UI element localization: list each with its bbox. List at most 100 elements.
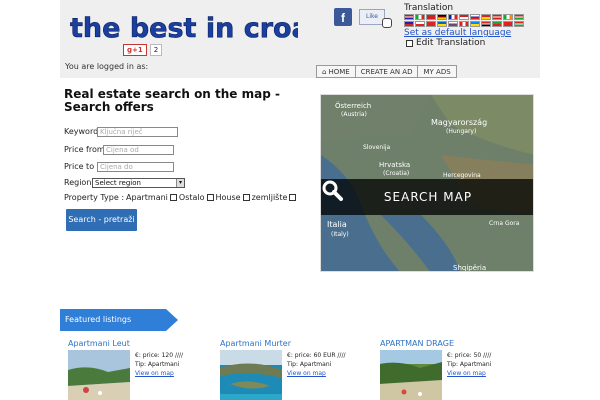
google-plus-button[interactable]: g+1 — [123, 44, 147, 56]
flag-icon[interactable] — [470, 21, 480, 27]
property-type-label: Property Type : — [64, 193, 125, 202]
listing-card: Apartmani Murter €: price: 60 EUR //// T… — [220, 339, 370, 400]
nav-home[interactable]: ⌂ HOME — [316, 65, 356, 78]
type-label-apartmani: Apartmani — [126, 193, 168, 202]
region-select-value: Select region — [95, 179, 141, 187]
map-label-hungary: Magyarország — [431, 118, 487, 127]
language-flags — [404, 14, 544, 27]
flag-icon[interactable] — [415, 21, 425, 27]
translation-panel: Translation Set as default language Edit… — [404, 3, 544, 48]
keyword-input[interactable]: Ključna riječ — [97, 127, 178, 137]
listing-price: €: price: 120 //// — [135, 352, 184, 359]
flag-icon[interactable] — [514, 14, 524, 20]
view-on-map-link[interactable]: View on map — [287, 369, 346, 378]
map-label-herzegovina: Hercegovina — [443, 172, 481, 179]
map-label-croatia-en: (Croatia) — [383, 170, 409, 177]
set-default-language-link[interactable]: Set as default language — [404, 28, 544, 38]
flag-icon[interactable] — [481, 21, 491, 27]
listing-type: Tip: Apartmani — [135, 361, 180, 368]
map-label-austria: Österreich — [335, 101, 371, 110]
view-on-map-link[interactable]: View on map — [447, 369, 491, 378]
listing-price: €: price: 60 EUR //// — [287, 352, 346, 359]
site-logo[interactable]: the best in croatia — [68, 10, 351, 46]
listing-info: €: price: 120 //// Tip: Apartmani View o… — [135, 351, 183, 378]
search-map-button[interactable]: SEARCH MAP — [321, 179, 533, 215]
listing-card: Apartmani Leut €: price: 120 //// Tip: A… — [68, 339, 218, 400]
flag-icon[interactable] — [492, 21, 502, 27]
site-header: the best in croatia g+1 2 f Like Transla… — [60, 0, 540, 78]
flag-icon[interactable] — [481, 14, 491, 20]
edit-translation-label: Edit Translation — [416, 38, 486, 48]
listing-photo[interactable] — [220, 350, 282, 400]
listing-photo[interactable] — [380, 350, 442, 400]
type-checkbox-ostalo[interactable] — [206, 194, 214, 201]
type-checkbox-zemljiste[interactable] — [289, 194, 297, 201]
search-map[interactable]: Österreich (Austria) Magyarország (Hunga… — [320, 94, 534, 272]
flag-icon[interactable] — [415, 14, 425, 20]
listing-title[interactable]: APARTMAN DRAGE — [380, 339, 530, 348]
flag-icon[interactable] — [404, 14, 414, 20]
type-label-ostalo: Ostalo — [178, 193, 205, 202]
flag-icon[interactable] — [470, 14, 480, 20]
view-on-map-link[interactable]: View on map — [135, 369, 183, 378]
listing-photo[interactable] — [68, 350, 130, 400]
search-title: Real estate search on the map - Search o… — [64, 87, 280, 114]
property-type-row: Property Type : Apartmani Ostalo House z… — [64, 193, 297, 202]
flag-icon[interactable] — [426, 14, 436, 20]
edit-translation-checkbox[interactable] — [406, 39, 413, 47]
price-from-label: Price from — [64, 145, 105, 154]
translation-title: Translation — [404, 3, 454, 13]
google-plus-count: 2 — [149, 44, 163, 56]
flag-icon[interactable] — [492, 14, 502, 20]
flag-icon[interactable] — [459, 14, 469, 20]
main-content: Real estate search on the map - Search o… — [60, 78, 540, 400]
listing-info: €: price: 50 //// Tip: Apartmani View on… — [447, 351, 491, 378]
map-label-italy: Italia — [327, 220, 347, 229]
map-label-austria-en: (Austria) — [341, 111, 367, 118]
nav-my-ads[interactable]: MY ADS — [417, 65, 457, 78]
logged-in-text: You are logged in as: — [65, 62, 149, 71]
map-label-montenegro: Crna Gora — [489, 220, 520, 227]
listing-title[interactable]: Apartmani Leut — [68, 339, 218, 348]
main-nav: ⌂ HOME CREATE AN AD MY ADS — [316, 65, 457, 78]
price-to-input[interactable]: Cijena do — [97, 162, 174, 172]
featured-listings-banner: Featured listings — [60, 309, 178, 331]
flag-icon[interactable] — [448, 21, 458, 27]
nav-create-ad[interactable]: CREATE AN AD — [354, 65, 419, 78]
listing-type: Tip: Apartmani — [287, 361, 332, 368]
flag-icon[interactable] — [404, 21, 414, 27]
listing-price: €: price: 50 //// — [447, 352, 492, 359]
keyword-label: Keyword — [64, 127, 99, 136]
search-button[interactable]: Search - pretraži — [66, 209, 137, 231]
flag-icon[interactable] — [437, 14, 447, 20]
like-hand-icon — [382, 18, 392, 28]
price-from-input[interactable]: Cijena od — [103, 145, 174, 155]
flag-icon[interactable] — [448, 14, 458, 20]
type-checkbox-apartmani[interactable] — [169, 194, 177, 201]
listing-type: Tip: Apartmani — [447, 361, 492, 368]
featured-listings-title: Featured listings — [65, 315, 132, 324]
map-label-italy-en: (Italy) — [331, 231, 349, 238]
flag-icon[interactable] — [503, 14, 513, 20]
type-label-house: House — [215, 193, 241, 202]
listing-title[interactable]: Apartmani Murter — [220, 339, 370, 348]
region-select[interactable]: Select region ▾ — [92, 178, 185, 188]
flag-icon[interactable] — [514, 21, 524, 27]
facebook-icon[interactable]: f — [334, 8, 352, 26]
flag-icon[interactable] — [503, 21, 513, 27]
listing-card: APARTMAN DRAGE €: price: 50 //// Tip: Ap… — [380, 339, 530, 400]
flag-icon[interactable] — [426, 21, 436, 27]
edit-translation-toggle[interactable]: Edit Translation — [406, 38, 544, 48]
type-checkbox-house[interactable] — [242, 194, 250, 201]
flag-icon[interactable] — [459, 21, 469, 27]
region-label: Region — [64, 178, 92, 187]
nav-home-label: HOME — [328, 68, 350, 76]
map-label-croatia: Hrvatska — [379, 161, 410, 169]
logo-text: the best in croatia — [70, 13, 298, 44]
search-map-label: SEARCH MAP — [383, 190, 473, 204]
google-plus-widget: g+1 2 — [123, 44, 163, 56]
flag-icon[interactable] — [437, 21, 447, 27]
map-label-hungary-en: (Hungary) — [446, 128, 476, 135]
map-label-slovenia: Slovenija — [363, 144, 391, 151]
listing-info: €: price: 60 EUR //// Tip: Apartmani Vie… — [287, 351, 346, 378]
